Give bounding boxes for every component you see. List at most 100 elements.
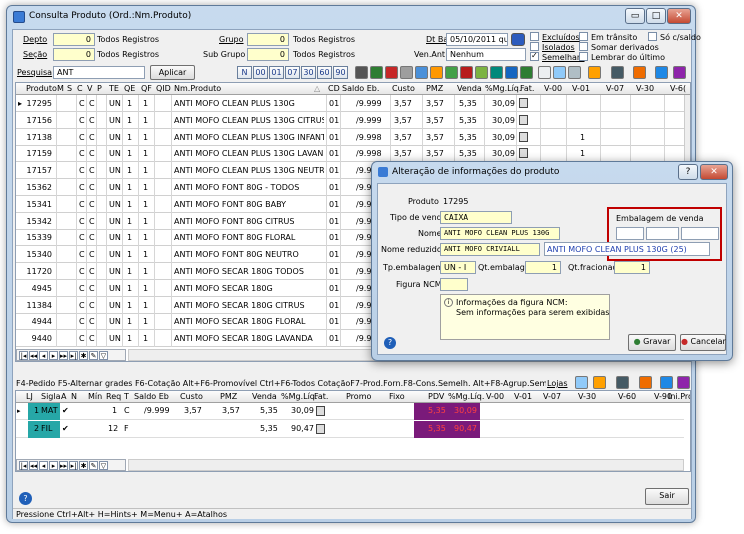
code-button-90[interactable]: 90 — [333, 66, 348, 79]
col-l-v60[interactable]: V-60 — [618, 391, 636, 403]
nav-first-icon[interactable]: |◂ — [19, 461, 28, 470]
col-l-venda[interactable]: Venda — [252, 391, 277, 403]
gravar-button[interactable]: ● Gravar — [628, 334, 676, 351]
col-t[interactable]: T — [124, 391, 129, 403]
col-p[interactable]: P — [97, 83, 102, 95]
copy-icon[interactable] — [553, 66, 566, 79]
lojas-paint-icon[interactable] — [639, 376, 652, 389]
col-pdv[interactable]: PDV — [428, 391, 444, 403]
col-m[interactable]: M — [57, 83, 64, 95]
help-icon[interactable]: ? — [19, 492, 32, 505]
embalagem-select[interactable] — [681, 227, 719, 240]
col-ini-pron[interactable]: Ini.Pron — [668, 391, 690, 403]
search-doc-icon[interactable] — [415, 66, 428, 79]
col-v00[interactable]: V-00 — [544, 83, 562, 95]
filter-icon[interactable] — [655, 66, 668, 79]
lojas-link[interactable]: Lojas — [547, 379, 568, 388]
depto-input[interactable]: 0 — [53, 33, 95, 46]
col-sigla[interactable]: Sigla — [41, 391, 61, 403]
col-te[interactable]: TE — [109, 83, 119, 95]
lojas-sort-icon[interactable] — [593, 376, 606, 389]
col-qe[interactable]: QE — [124, 83, 135, 95]
maximize-button[interactable]: □ — [646, 8, 666, 24]
table-row[interactable]: 17159 C C UN 1 1 ANTI MOFO CLEAN PLUS 130G LAV… — [16, 145, 684, 163]
columns-icon[interactable] — [611, 66, 624, 79]
fat-icon[interactable] — [519, 131, 528, 142]
nav-prev-icon[interactable]: ◂ — [39, 351, 48, 360]
venant-select[interactable]: Nenhum — [446, 48, 526, 61]
dollar-icon[interactable] — [520, 66, 533, 79]
col-l-custo[interactable]: Custo — [180, 391, 203, 403]
refresh-icon[interactable] — [445, 66, 458, 79]
col-qid[interactable]: QID — [156, 83, 171, 95]
dialog-close-button[interactable]: ✕ — [700, 164, 728, 180]
nav-prior-icon[interactable]: ◂◂ — [29, 461, 38, 470]
col-l-v07[interactable]: V-07 — [543, 391, 561, 403]
stop-icon[interactable] — [460, 66, 473, 79]
table-row[interactable]: 17138 C C UN 1 1 ANTI MOFO CLEAN PLUS 130G INF… — [16, 128, 684, 146]
col-s[interactable]: S — [67, 83, 72, 95]
nav-last-icon[interactable]: ▸| — [69, 461, 78, 470]
lojas-grid-icon[interactable] — [575, 376, 588, 389]
col-l-v30[interactable]: V-30 — [578, 391, 596, 403]
nav-insert-icon[interactable]: ✱ — [79, 461, 88, 470]
col-fat[interactable]: Fat. — [520, 83, 534, 95]
chart-icon[interactable] — [370, 66, 383, 79]
embalagem-dropdown[interactable]: ANTI MOFO CLEAN PLUS 130G (25) — [544, 242, 710, 256]
tag-icon[interactable] — [430, 66, 443, 79]
minimize-button[interactable]: ▭ — [625, 8, 645, 24]
col-saldo[interactable]: Saldo Eb. — [342, 83, 379, 95]
col-nm-produto[interactable]: Nm.Produto — [174, 83, 221, 95]
col-produto[interactable]: Produto — [26, 83, 57, 95]
table-row[interactable]: ▸ 17295 C C UN 1 1 ANTI MOFO CLEAN PLUS 130G 01/… — [16, 95, 684, 112]
grupo-input[interactable]: 0 — [247, 33, 289, 46]
print-icon[interactable] — [355, 66, 368, 79]
truck-icon[interactable] — [490, 66, 503, 79]
col-a[interactable]: A — [61, 391, 66, 403]
nav-filter-icon[interactable]: ▽ — [99, 461, 108, 470]
store-hscrollbar[interactable] — [128, 459, 684, 471]
col-v07[interactable]: V-07 — [606, 83, 624, 95]
figura-ncm-input[interactable] — [440, 278, 468, 291]
tipo-venda-select[interactable]: CAIXA — [440, 211, 512, 224]
store-row[interactable]: 2 FIL ✔ 12 F 5,35 90,47 5,35 90,47 — [16, 421, 684, 438]
fat-icon[interactable] — [519, 148, 528, 159]
grid-icon[interactable] — [538, 66, 551, 79]
nav-edit-icon[interactable]: ✎ — [89, 461, 98, 470]
col-pdv-mg[interactable]: %Mg.Líq. — [448, 391, 484, 403]
col-promo[interactable]: Promo — [346, 391, 371, 403]
col-lj[interactable]: LJ — [26, 391, 33, 403]
calendar-icon[interactable] — [511, 33, 525, 46]
col-l-pmz[interactable]: PMZ — [220, 391, 237, 403]
col-v[interactable]: V — [87, 83, 92, 95]
nav-insert-icon[interactable]: ✱ — [79, 351, 88, 360]
nav-first-icon[interactable]: |◂ — [19, 351, 28, 360]
settings-icon[interactable] — [673, 66, 686, 79]
col-req[interactable]: Req — [106, 391, 121, 403]
subgrupo-input[interactable]: 0 — [247, 48, 289, 61]
lojas-columns-icon[interactable] — [616, 376, 629, 389]
nome-reduzido-input[interactable]: ANTI MOFO CRIVIALL — [440, 243, 540, 256]
col-l-fat[interactable]: Fat. — [314, 391, 328, 403]
embalagem-suggestion[interactable]: ANTI MOFO CLEAN PLUS 130G (25) — [547, 245, 687, 254]
col-v60[interactable]: V-6( — [670, 83, 686, 95]
close-button[interactable]: ✕ — [667, 8, 691, 24]
store-row[interactable]: ▸ 1 MAT ✔ 1 C /9.999 3,57 3,57 5,35 30,0… — [16, 403, 684, 420]
code-button-60[interactable]: 60 — [317, 66, 332, 79]
nav-prior-icon[interactable]: ◂◂ — [29, 351, 38, 360]
col-c[interactable]: C — [77, 83, 83, 95]
nav-nextpage-icon[interactable]: ▸▸ — [59, 351, 68, 360]
qt-fracionado-input[interactable]: 1 — [614, 261, 650, 274]
lojas-settings-icon[interactable] — [677, 376, 690, 389]
col-venda[interactable]: Venda — [457, 83, 482, 95]
lojas-filter-icon[interactable] — [660, 376, 673, 389]
sair-button[interactable]: Sair — [645, 488, 689, 505]
col-mg[interactable]: %Mg.Líq. — [485, 83, 521, 95]
col-l-mg[interactable]: %Mg.Líq. — [281, 391, 317, 403]
code-button-00[interactable]: 00 — [253, 66, 268, 79]
col-min[interactable]: Mín — [88, 391, 102, 403]
col-cd[interactable]: CD — [328, 83, 340, 95]
nav-next-icon[interactable]: ▸ — [49, 351, 58, 360]
checkbox-lembrar[interactable] — [579, 52, 588, 63]
nav-last-icon[interactable]: ▸| — [69, 351, 78, 360]
